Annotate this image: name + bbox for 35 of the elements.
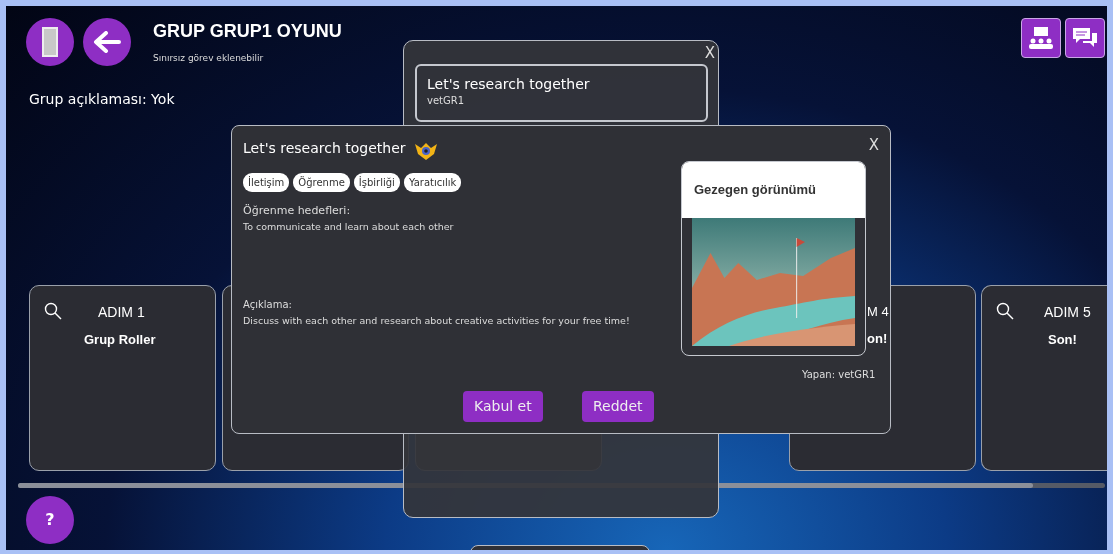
tag: İletişim (243, 173, 290, 192)
help-button[interactable]: ? (26, 496, 74, 544)
accept-button[interactable]: Kabul et (463, 391, 543, 422)
step-author: Yapan: vetGR1 (802, 368, 876, 382)
step-number: ADIM 1 (98, 303, 145, 322)
planet-card-title: Gezegen görünümü (682, 162, 865, 218)
group-description: Grup açıklaması: Yok (29, 90, 175, 109)
step-number: M 4 (867, 303, 889, 321)
people-board-icon (1028, 26, 1054, 50)
tag: Öğrenme (293, 173, 350, 192)
task-item[interactable]: Let's research together vetGR1 (415, 64, 708, 122)
feedback-button[interactable] (1065, 18, 1105, 58)
back-button[interactable] (83, 18, 131, 66)
close-button[interactable]: X (868, 138, 879, 153)
close-button[interactable]: X (704, 46, 715, 61)
group-chat-button[interactable] (1021, 18, 1061, 58)
subtitle: Sınırsız görev eklenebilir (153, 52, 264, 65)
dialog-title: Let's research together (243, 139, 406, 158)
step-name: Grup Roller (84, 331, 156, 349)
task-author: vetGR1 (427, 93, 466, 108)
step-name: on! (867, 330, 888, 348)
tag: İşbirliği (353, 173, 400, 192)
task-title: Let's research together (427, 76, 591, 93)
tag: Yaratıcılık (403, 173, 462, 192)
description-text: Discuss with each other and research about creative activities for your free time! (243, 314, 631, 328)
reject-button[interactable]: Reddet (582, 391, 654, 422)
goals-label: Öğrenme hedefleri: (243, 203, 351, 219)
step-name: Son! (1048, 331, 1077, 349)
goals-text: To communicate and learn about each other (243, 220, 454, 234)
left-arrow-icon (93, 31, 121, 53)
step-number: ADIM 5 (1044, 303, 1091, 322)
page-title: GRUP GRUP1 OYUNU (153, 20, 342, 43)
exit-button[interactable] (26, 18, 74, 66)
door-icon (42, 27, 58, 57)
description-label: Açıklama: (243, 298, 292, 312)
